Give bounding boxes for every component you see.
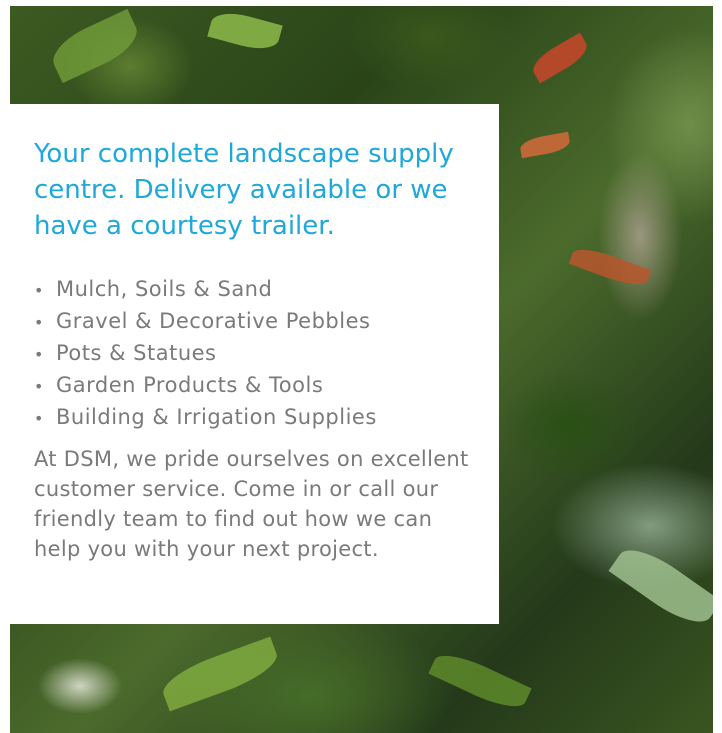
bullet-icon: • (34, 281, 44, 300)
list-item: • Mulch, Soils & Sand (32, 274, 482, 306)
leaf-shape (528, 32, 592, 84)
list-item-label: Garden Products & Tools (56, 373, 324, 397)
headline: Your complete landscape supply centre. D… (34, 139, 454, 241)
bullet-icon: • (34, 313, 44, 332)
product-list: • Mulch, Soils & Sand • Gravel & Decorativ… (32, 274, 482, 434)
list-item: • Building & Irrigation Supplies (32, 402, 482, 434)
list-item: • Pots & Statues (32, 338, 482, 370)
list-item-label: Pots & Statues (56, 341, 217, 365)
leaf-shape (157, 636, 283, 712)
leaf-shape (608, 538, 713, 634)
list-item: • Garden Products & Tools (32, 370, 482, 402)
leaf-shape (207, 7, 283, 55)
leaf-shape (428, 646, 532, 716)
info-panel: Your complete landscape supply centre. D… (10, 104, 499, 624)
list-item: • Gravel & Decorative Pebbles (32, 306, 482, 338)
bullet-icon: • (34, 409, 44, 428)
bullet-icon: • (34, 345, 44, 364)
leaf-shape (45, 8, 145, 84)
bullet-icon: • (34, 377, 44, 396)
body-paragraph: At DSM, we pride ourselves on excellent … (34, 447, 469, 561)
leaf-shape (518, 131, 572, 159)
list-item-label: Mulch, Soils & Sand (56, 277, 273, 301)
leaf-shape (568, 242, 652, 292)
list-item-label: Building & Irrigation Supplies (56, 405, 377, 429)
list-item-label: Gravel & Decorative Pebbles (56, 309, 371, 333)
